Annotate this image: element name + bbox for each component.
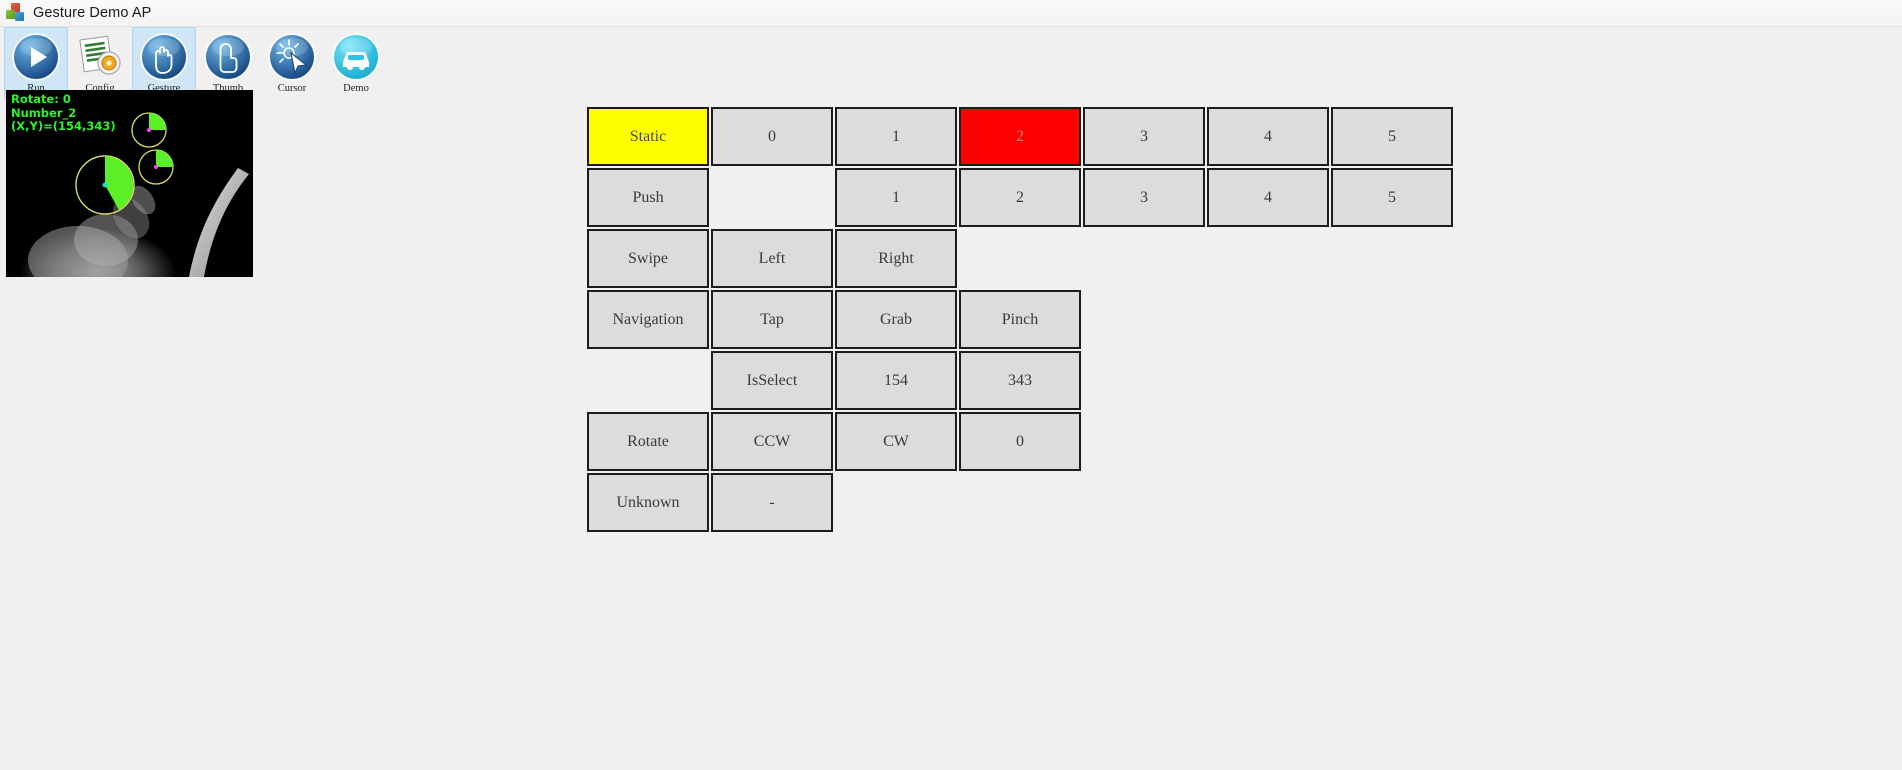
overlay-number-text: Number_2 bbox=[11, 105, 77, 120]
gesture-cell-push-5[interactable]: 4 bbox=[1207, 168, 1329, 227]
gesture-cell-rotate-2[interactable]: CW bbox=[835, 412, 957, 471]
gesture-row-unknown: Unknown - bbox=[587, 473, 1455, 534]
gesture-row-navigation: Navigation Tap Grab Pinch bbox=[587, 290, 1455, 351]
gesture-cell-push-6[interactable]: 5 bbox=[1331, 168, 1453, 227]
overlay-rotate-text: Rotate: 0 bbox=[11, 92, 71, 106]
overlay-xy-text: (X,Y)=(154,343) bbox=[11, 119, 116, 133]
video-overlay-text: Rotate: 0 Number_2 (X,Y)=(154,343) bbox=[11, 92, 116, 134]
gesture-cell-navigation-0[interactable]: Navigation bbox=[587, 290, 709, 349]
gesture-cell-push-0[interactable]: Push bbox=[587, 168, 709, 227]
gesture-cell-swipe-2[interactable]: Right bbox=[835, 229, 957, 288]
gesture-cell-navigation-2[interactable]: Grab bbox=[835, 290, 957, 349]
gesture-cell-select-3[interactable]: 343 bbox=[959, 351, 1081, 410]
car-icon bbox=[331, 32, 381, 82]
gesture-row-rotate: Rotate CCW CW 0 bbox=[587, 412, 1455, 473]
gesture-cell-unknown-1[interactable]: - bbox=[711, 473, 833, 532]
toolbar-button-demo[interactable]: Demo bbox=[324, 27, 388, 99]
gesture-cell-static-4[interactable]: 3 bbox=[1083, 107, 1205, 166]
gesture-cell-unknown-0[interactable]: Unknown bbox=[587, 473, 709, 532]
gesture-row-swipe: Swipe Left Right bbox=[587, 229, 1455, 290]
gesture-cell-swipe-1[interactable]: Left bbox=[711, 229, 833, 288]
thumb-icon bbox=[203, 32, 253, 82]
gesture-cell-rotate-1[interactable]: CCW bbox=[711, 412, 833, 471]
gesture-cell-static-1[interactable]: 0 bbox=[711, 107, 833, 166]
toolbar-button-thumb[interactable]: Thumb bbox=[196, 27, 260, 99]
gesture-cell-navigation-3[interactable]: Pinch bbox=[959, 290, 1081, 349]
cursor-icon bbox=[267, 32, 317, 82]
gesture-cell-select-2[interactable]: 154 bbox=[835, 351, 957, 410]
toolbar-button-config[interactable]: Config bbox=[68, 27, 132, 99]
config-icon bbox=[75, 32, 125, 82]
toolbar-button-label: Cursor bbox=[277, 83, 307, 94]
gesture-cell-static-0[interactable]: Static bbox=[587, 107, 709, 166]
gesture-cell-select-1[interactable]: IsSelect bbox=[711, 351, 833, 410]
window-title: Gesture Demo AP bbox=[33, 5, 152, 21]
toolbar-button-gesture[interactable]: Gesture bbox=[132, 27, 196, 99]
gesture-cell-static-2[interactable]: 1 bbox=[835, 107, 957, 166]
gesture-cell-push-4[interactable]: 3 bbox=[1083, 168, 1205, 227]
gesture-cell-push-3[interactable]: 2 bbox=[959, 168, 1081, 227]
gesture-row-static: Static 0 1 2 3 4 5 bbox=[587, 107, 1455, 168]
gesture-row-push: Push 1 2 3 4 5 bbox=[587, 168, 1455, 229]
main-toolbar: Run Config Gesture Thumb Cursor Demo bbox=[0, 27, 388, 99]
hand-icon bbox=[139, 32, 189, 82]
gesture-cell-static-3[interactable]: 2 bbox=[959, 107, 1081, 166]
window-titlebar: Gesture Demo AP bbox=[0, 0, 1902, 27]
gesture-cell-spacer bbox=[587, 351, 709, 410]
gesture-status-grid: Static 0 1 2 3 4 5 Push 1 2 3 4 5 Swipe Left Right Navig… bbox=[587, 107, 1455, 534]
gesture-cell-static-6[interactable]: 5 bbox=[1331, 107, 1453, 166]
gesture-cell-static-5[interactable]: 4 bbox=[1207, 107, 1329, 166]
gesture-cell-rotate-3[interactable]: 0 bbox=[959, 412, 1081, 471]
gesture-row-select: IsSelect 154 343 bbox=[587, 351, 1455, 412]
app-blocks-icon bbox=[6, 3, 26, 23]
gesture-cell-swipe-0[interactable]: Swipe bbox=[587, 229, 709, 288]
gesture-cell-spacer bbox=[711, 168, 833, 227]
gesture-cell-navigation-1[interactable]: Tap bbox=[711, 290, 833, 349]
gesture-cell-push-2[interactable]: 1 bbox=[835, 168, 957, 227]
play-icon bbox=[11, 32, 61, 82]
gesture-cell-rotate-0[interactable]: Rotate bbox=[587, 412, 709, 471]
toolbar-button-label: Demo bbox=[343, 83, 369, 94]
video-preview-panel[interactable]: Rotate: 0 Number_2 (X,Y)=(154,343) bbox=[6, 90, 253, 277]
toolbar-button-cursor[interactable]: Cursor bbox=[260, 27, 324, 99]
toolbar-button-run[interactable]: Run bbox=[4, 27, 68, 99]
